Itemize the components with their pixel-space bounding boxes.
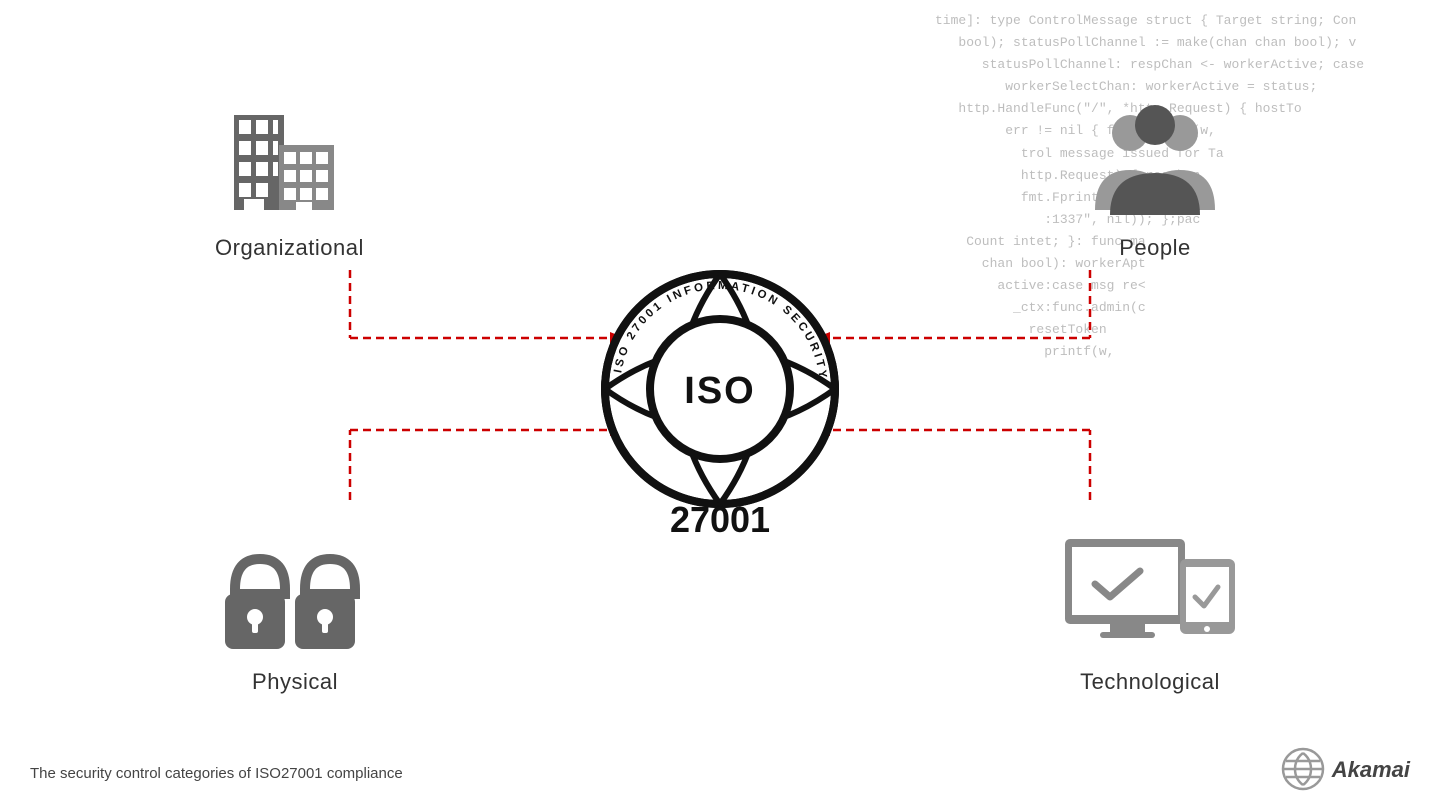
organizational-icon (224, 95, 354, 225)
svg-text:ISO: ISO (684, 370, 755, 412)
iso-circle: ISO ISO 27001 INFORMATION SECURITY (600, 269, 840, 509)
technological-block: Technological (1060, 529, 1240, 695)
physical-block: Physical (215, 529, 375, 695)
people-label: People (1119, 235, 1191, 261)
akamai-icon (1281, 747, 1326, 792)
akamai-logo: Akamai (1281, 747, 1410, 792)
physical-icon (215, 529, 375, 659)
main-content: Organizational People (0, 0, 1440, 810)
footer-caption: The security control categories of ISO27… (30, 765, 403, 782)
technological-label: Technological (1080, 669, 1220, 695)
akamai-brand-text: Akamai (1332, 757, 1410, 783)
physical-label: Physical (252, 669, 338, 695)
technological-icon (1060, 529, 1240, 659)
organizational-label: Organizational (215, 235, 364, 261)
people-icon (1085, 95, 1225, 225)
people-block: People (1085, 95, 1225, 261)
organizational-block: Organizational (215, 95, 364, 261)
iso-logo: ISO ISO 27001 INFORMATION SECURITY 27001 (600, 269, 840, 541)
